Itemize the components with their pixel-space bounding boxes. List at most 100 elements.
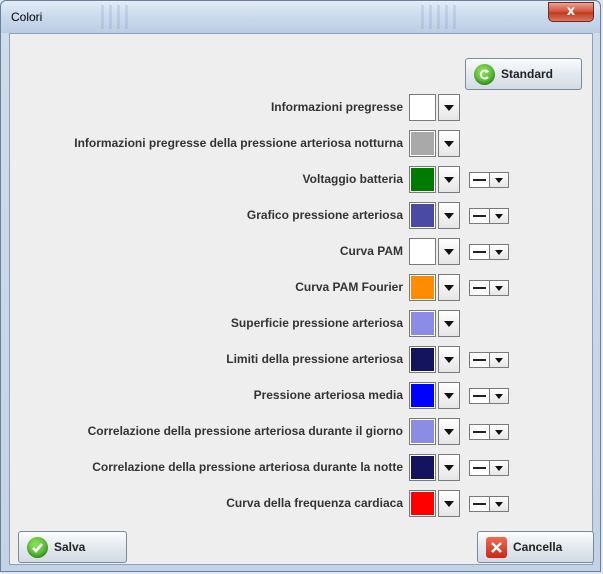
line-style-arrow <box>490 245 508 259</box>
line-style-arrow <box>490 425 508 439</box>
color-swatch[interactable] <box>409 490 436 517</box>
color-dropdown-button[interactable] <box>438 274 460 301</box>
color-dropdown-button[interactable] <box>438 310 460 337</box>
color-setting-label: Curva della frequenza cardiaca <box>226 496 403 510</box>
color-swatch[interactable] <box>409 274 436 301</box>
line-style-icon <box>470 281 490 295</box>
color-setting-label: Informazioni pregresse della pressione a… <box>74 136 403 150</box>
chevron-down-icon <box>444 428 454 435</box>
line-style-arrow <box>490 173 508 187</box>
line-style-icon <box>470 389 490 403</box>
color-dropdown-button[interactable] <box>438 238 460 265</box>
color-setting-label: Informazioni pregresse <box>270 100 403 114</box>
chevron-down-icon <box>495 285 503 291</box>
chevron-down-icon <box>444 284 454 291</box>
close-button[interactable]: x <box>548 2 594 22</box>
checkmark-icon <box>27 536 48 558</box>
chevron-down-icon <box>495 501 503 507</box>
color-swatch[interactable] <box>409 454 436 481</box>
line-style-icon <box>470 425 490 439</box>
chevron-down-icon <box>444 176 454 183</box>
line-style-dropdown[interactable] <box>469 496 509 512</box>
chevron-down-icon <box>444 500 454 507</box>
dialog-content: Standard Salva Cancella Informazioni pre… <box>9 33 594 565</box>
color-setting-label: Voltaggio batteria <box>302 172 403 186</box>
color-swatch[interactable] <box>409 238 436 265</box>
chevron-down-icon <box>444 392 454 399</box>
line-style-arrow <box>490 353 508 367</box>
color-dropdown-button[interactable] <box>438 202 460 229</box>
window-title: Colori <box>11 10 43 24</box>
color-dropdown-button[interactable] <box>438 454 460 481</box>
line-style-dropdown[interactable] <box>469 172 509 188</box>
color-dropdown-button[interactable] <box>438 418 460 445</box>
color-swatch[interactable] <box>409 130 436 157</box>
chevron-down-icon <box>495 213 503 219</box>
colors-dialog: Colori x Standard Salva Cancella Informa… <box>0 0 601 572</box>
color-dropdown-button[interactable] <box>438 130 460 157</box>
chevron-down-icon <box>444 104 454 111</box>
chevron-down-icon <box>444 212 454 219</box>
line-style-dropdown[interactable] <box>469 208 509 224</box>
color-setting-label: Correlazione della pressione arteriosa d… <box>87 424 403 438</box>
color-swatch[interactable] <box>409 310 436 337</box>
chevron-down-icon <box>495 177 503 183</box>
line-style-arrow <box>490 281 508 295</box>
color-swatch[interactable] <box>409 94 436 121</box>
color-setting-label: Correlazione della pressione arteriosa d… <box>92 460 403 474</box>
color-setting-label: Limiti della pressione arteriosa <box>226 352 403 366</box>
color-dropdown-button[interactable] <box>438 382 460 409</box>
color-dropdown-button[interactable] <box>438 490 460 517</box>
line-style-arrow <box>490 461 508 475</box>
line-style-arrow <box>490 209 508 223</box>
line-style-dropdown[interactable] <box>469 388 509 404</box>
reset-icon <box>474 63 495 85</box>
color-setting-label: Pressione arteriosa media <box>253 388 403 402</box>
chevron-down-icon <box>444 464 454 471</box>
line-style-arrow <box>490 497 508 511</box>
close-icon: x <box>566 4 576 19</box>
color-dropdown-button[interactable] <box>438 346 460 373</box>
chevron-down-icon <box>495 393 503 399</box>
line-style-dropdown[interactable] <box>469 424 509 440</box>
chevron-down-icon <box>495 429 503 435</box>
chevron-down-icon <box>444 320 454 327</box>
chevron-down-icon <box>444 140 454 147</box>
line-style-icon <box>470 173 490 187</box>
color-swatch[interactable] <box>409 382 436 409</box>
color-setting-label: Superficie pressione arteriosa <box>230 316 403 330</box>
title-bar-decoration <box>101 5 131 29</box>
line-style-dropdown[interactable] <box>469 244 509 260</box>
standard-button[interactable]: Standard <box>465 58 582 90</box>
line-style-dropdown[interactable] <box>469 280 509 296</box>
color-dropdown-button[interactable] <box>438 166 460 193</box>
standard-button-label: Standard <box>501 67 554 81</box>
line-style-icon <box>470 497 490 511</box>
save-button-label: Salva <box>54 540 86 554</box>
cancel-x-icon <box>486 536 507 558</box>
save-button[interactable]: Salva <box>18 531 127 563</box>
chevron-down-icon <box>495 357 503 363</box>
line-style-icon <box>470 245 490 259</box>
cancel-button[interactable]: Cancella <box>477 531 594 563</box>
title-bar-decoration <box>421 5 461 29</box>
title-bar[interactable]: Colori x <box>1 1 600 33</box>
color-swatch[interactable] <box>409 202 436 229</box>
color-setting-label: Curva PAM <box>339 244 403 258</box>
color-dropdown-button[interactable] <box>438 94 460 121</box>
line-style-icon <box>470 353 490 367</box>
line-style-dropdown[interactable] <box>469 352 509 368</box>
chevron-down-icon <box>495 465 503 471</box>
line-style-dropdown[interactable] <box>469 460 509 476</box>
line-style-icon <box>470 461 490 475</box>
chevron-down-icon <box>495 249 503 255</box>
chevron-down-icon <box>444 356 454 363</box>
color-setting-label: Curva PAM Fourier <box>295 280 403 294</box>
cancel-button-label: Cancella <box>513 540 563 554</box>
line-style-icon <box>470 209 490 223</box>
color-swatch[interactable] <box>409 166 436 193</box>
color-swatch[interactable] <box>409 346 436 373</box>
color-swatch[interactable] <box>409 418 436 445</box>
color-setting-label: Grafico pressione arteriosa <box>246 208 403 222</box>
line-style-arrow <box>490 389 508 403</box>
